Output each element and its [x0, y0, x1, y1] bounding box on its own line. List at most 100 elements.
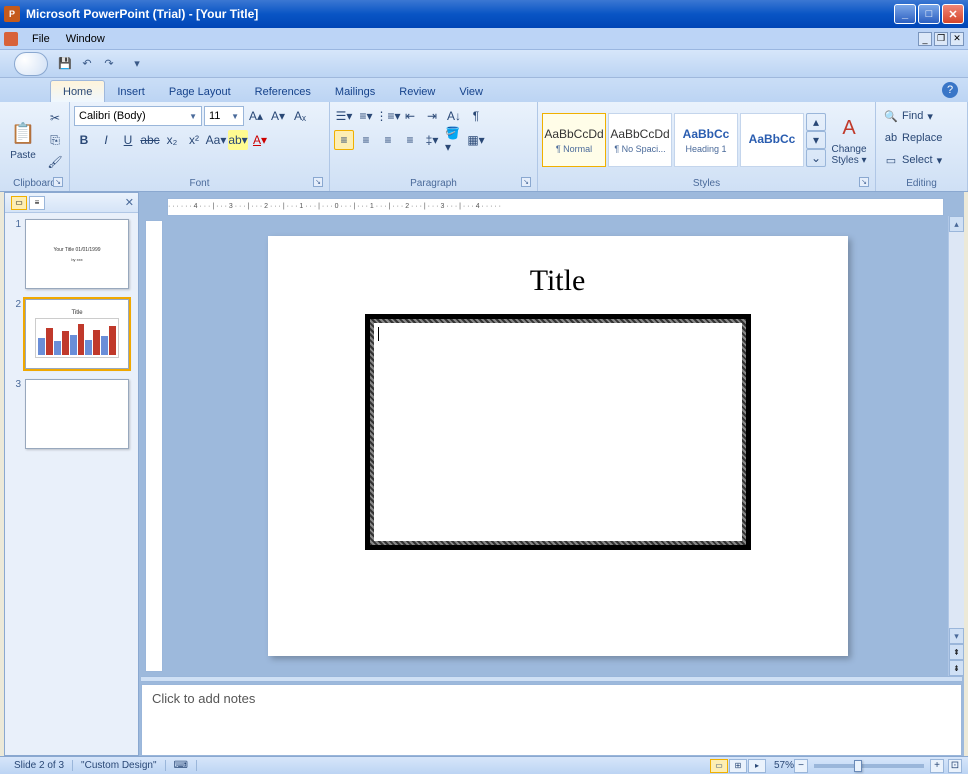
align-left-button[interactable]: ≡	[334, 130, 354, 150]
font-color-button[interactable]: A▾	[250, 130, 270, 150]
styles-launcher[interactable]: ↘	[859, 177, 869, 187]
grow-font-button[interactable]: A▴	[246, 106, 266, 126]
qat-customize-button[interactable]: ▾	[127, 54, 147, 74]
decrease-indent-button[interactable]: ⇤	[400, 106, 420, 126]
numbering-button[interactable]: ≡▾	[356, 106, 376, 126]
notes-splitter[interactable]	[141, 676, 962, 682]
tab-mailings[interactable]: Mailings	[323, 81, 387, 102]
superscript-button[interactable]: x²	[184, 130, 204, 150]
sort-button[interactable]: A↓	[444, 106, 464, 126]
copy-button[interactable]: ⎘	[45, 130, 65, 150]
slideshow-view-button[interactable]: ▸	[748, 759, 766, 773]
slides-tab[interactable]: ▭	[11, 196, 27, 210]
slide-title[interactable]: Title	[530, 264, 586, 298]
vertical-scrollbar[interactable]: ▴ ▾ ⇞ ⇟	[948, 216, 964, 676]
notes-pane[interactable]: Click to add notes	[141, 684, 962, 756]
menu-window[interactable]: Window	[58, 31, 113, 47]
style-heading-1[interactable]: AaBbCcHeading 1	[674, 113, 738, 167]
zoom-slider-thumb[interactable]	[854, 760, 862, 772]
redo-button[interactable]: ↷	[99, 54, 119, 74]
change-styles-button[interactable]: A Change Styles ▾	[829, 106, 869, 174]
paragraph-launcher[interactable]: ↘	[521, 177, 531, 187]
zoom-out-button[interactable]: −	[794, 759, 808, 773]
minimize-button[interactable]: _	[894, 4, 916, 24]
thumbnails-close[interactable]: ✕	[125, 196, 134, 209]
slide-counter[interactable]: Slide 2 of 3	[6, 760, 73, 771]
slide-canvas-area[interactable]: Title www.java2s.com	[167, 216, 948, 676]
shrink-font-button[interactable]: A▾	[268, 106, 288, 126]
find-button[interactable]: 🔍Find ▾	[880, 106, 963, 126]
next-slide-button[interactable]: ⇟	[949, 660, 964, 676]
shading-button[interactable]: 🪣▾	[444, 130, 464, 150]
save-button[interactable]: 💾	[55, 54, 75, 74]
borders-button[interactable]: ▦▾	[466, 130, 486, 150]
paste-button[interactable]: 📋 Paste	[4, 106, 42, 174]
scroll-up-button[interactable]: ▴	[949, 216, 964, 232]
clipboard-launcher[interactable]: ↘	[53, 177, 63, 187]
prev-slide-button[interactable]: ⇞	[949, 644, 964, 660]
styles-scroll-up[interactable]: ▴	[806, 113, 826, 131]
highlight-button[interactable]: ab▾	[228, 130, 248, 150]
thumbnails-list[interactable]: 1 Your Title 01/01/1999 by xxx 2 Title	[5, 213, 138, 755]
style-normal[interactable]: AaBbCcDd¶ Normal	[542, 113, 606, 167]
format-painter-button[interactable]: 🖌	[45, 152, 65, 172]
maximize-button[interactable]: □	[918, 4, 940, 24]
line-spacing-button[interactable]: ‡▾	[422, 130, 442, 150]
font-size-combo[interactable]: 11▼	[204, 106, 244, 126]
increase-indent-button[interactable]: ⇥	[422, 106, 442, 126]
mdi-close-button[interactable]: ✕	[950, 32, 964, 46]
style-more[interactable]: AaBbCc	[740, 113, 804, 167]
tab-insert[interactable]: Insert	[105, 81, 157, 102]
italic-button[interactable]: I	[96, 130, 116, 150]
styles-expand[interactable]: ⌄	[806, 149, 826, 167]
content-placeholder[interactable]	[365, 314, 751, 550]
justify-button[interactable]: ≡	[400, 130, 420, 150]
font-family-combo[interactable]: Calibri (Body)▼	[74, 106, 202, 126]
cut-button[interactable]: ✂	[45, 108, 65, 128]
language-indicator[interactable]: ⌨	[166, 760, 197, 771]
zoom-in-button[interactable]: +	[930, 759, 944, 773]
replace-button[interactable]: abReplace	[880, 128, 963, 148]
design-name[interactable]: "Custom Design"	[73, 760, 165, 771]
clear-formatting-button[interactable]: Aₓ	[290, 106, 310, 126]
horizontal-ruler[interactable]: · · · · · · 4 · · · | · · · 3 · · · | · …	[167, 198, 944, 216]
select-button[interactable]: ▭Select ▾	[880, 150, 963, 170]
styles-gallery[interactable]: AaBbCcDd¶ Normal AaBbCcDd¶ No Spaci... A…	[542, 112, 826, 168]
styles-scroll-down[interactable]: ▾	[806, 131, 826, 149]
subscript-button[interactable]: x₂	[162, 130, 182, 150]
help-button[interactable]: ?	[942, 82, 958, 98]
tab-review[interactable]: Review	[387, 81, 447, 102]
change-case-button[interactable]: Aa▾	[206, 130, 226, 150]
align-right-button[interactable]: ≡	[378, 130, 398, 150]
tab-view[interactable]: View	[447, 81, 495, 102]
mdi-restore-button[interactable]: ❐	[934, 32, 948, 46]
close-button[interactable]: ✕	[942, 4, 964, 24]
zoom-slider[interactable]	[814, 764, 924, 768]
multilevel-list-button[interactable]: ⋮≡▾	[378, 106, 398, 126]
sorter-view-button[interactable]: ⊞	[729, 759, 747, 773]
style-no-spacing[interactable]: AaBbCcDd¶ No Spaci...	[608, 113, 672, 167]
thumbnail-3[interactable]: 3	[9, 379, 134, 449]
mdi-minimize-button[interactable]: _	[918, 32, 932, 46]
bold-button[interactable]: B	[74, 130, 94, 150]
office-button[interactable]	[14, 52, 48, 76]
align-center-button[interactable]: ≡	[356, 130, 376, 150]
thumbnail-1[interactable]: 1 Your Title 01/01/1999 by xxx	[9, 219, 134, 289]
undo-button[interactable]: ↶	[77, 54, 97, 74]
outline-tab[interactable]: ≡	[29, 196, 45, 210]
show-marks-button[interactable]: ¶	[466, 106, 486, 126]
thumbnail-2[interactable]: 2 Title	[9, 299, 134, 369]
menu-file[interactable]: File	[24, 31, 58, 47]
bullets-button[interactable]: ☰▾	[334, 106, 354, 126]
underline-button[interactable]: U	[118, 130, 138, 150]
vertical-ruler[interactable]	[145, 220, 163, 672]
tab-references[interactable]: References	[243, 81, 323, 102]
tab-page-layout[interactable]: Page Layout	[157, 81, 243, 102]
font-launcher[interactable]: ↘	[313, 177, 323, 187]
zoom-level[interactable]: 57%	[774, 760, 794, 771]
tab-home[interactable]: Home	[50, 80, 105, 102]
fit-to-window-button[interactable]: ⊡	[948, 759, 962, 773]
scroll-down-button[interactable]: ▾	[949, 628, 964, 644]
normal-view-button[interactable]: ▭	[710, 759, 728, 773]
strikethrough-button[interactable]: abc	[140, 130, 160, 150]
